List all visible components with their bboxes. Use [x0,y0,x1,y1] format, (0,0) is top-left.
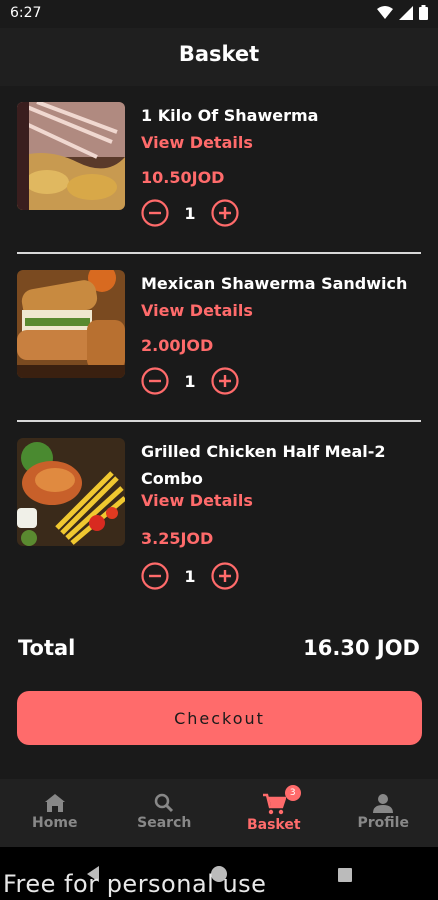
item-price: 10.50JOD [141,168,225,187]
quantity-stepper: 1 [141,198,239,228]
plus-icon[interactable] [211,199,239,227]
item-name: Mexican Shawerma Sandwich [141,274,408,293]
item-price: 2.00JOD [141,336,214,355]
app-header: Basket [0,28,438,86]
total-label: Total [18,636,76,660]
nav-item-profile[interactable]: Profile [329,779,438,847]
nav-label: Basket [246,817,301,833]
view-details-link[interactable]: View Details [141,491,253,510]
nav-item-basket[interactable]: 3 Basket [219,779,329,847]
item-image[interactable] [17,438,125,546]
nav-item-home[interactable]: Home [0,779,110,847]
nav-label: Profile [357,815,409,831]
watermark-text: Free for personal use [3,870,267,898]
cart-icon [262,793,286,815]
divider [17,420,421,422]
status-time: 6:27 [10,5,42,21]
divider [17,252,421,254]
quantity-value: 1 [184,566,196,586]
item-name: Grilled Chicken Half Meal-2 Combo [141,442,386,488]
person-icon [373,794,394,813]
page-title: Basket [178,42,260,66]
quantity-value: 1 [184,371,196,391]
signal-icon [399,5,413,20]
status-bar: 6:27 [0,0,438,28]
home-icon [44,794,65,812]
battery-icon [419,5,428,20]
quantity-stepper: 1 [141,366,239,396]
view-details-link[interactable]: View Details [141,301,253,320]
minus-icon[interactable] [141,562,169,590]
nav-item-search[interactable]: Search [110,779,220,847]
minus-icon[interactable] [141,199,169,227]
view-details-link[interactable]: View Details [141,133,253,152]
quantity-stepper: 1 [141,561,239,591]
wifi-icon [377,5,393,19]
item-price: 3.25JOD [141,529,214,548]
recents-icon[interactable] [337,867,353,883]
plus-icon[interactable] [211,367,239,395]
search-icon [155,793,174,813]
checkout-button[interactable]: Checkout [17,691,422,745]
bottom-nav: Home Search 3 Basket Profile [0,779,438,847]
total-value: 16.30 JOD [303,636,420,660]
nav-label: Search [137,815,192,831]
status-icons [377,5,428,20]
item-image[interactable] [17,270,125,378]
nav-label: Home [32,815,78,831]
minus-icon[interactable] [141,367,169,395]
item-name: 1 Kilo Of Shawerma [141,106,319,125]
cart-badge: 3 [284,785,301,801]
item-image[interactable] [17,102,125,210]
quantity-value: 1 [184,203,196,223]
plus-icon[interactable] [211,562,239,590]
